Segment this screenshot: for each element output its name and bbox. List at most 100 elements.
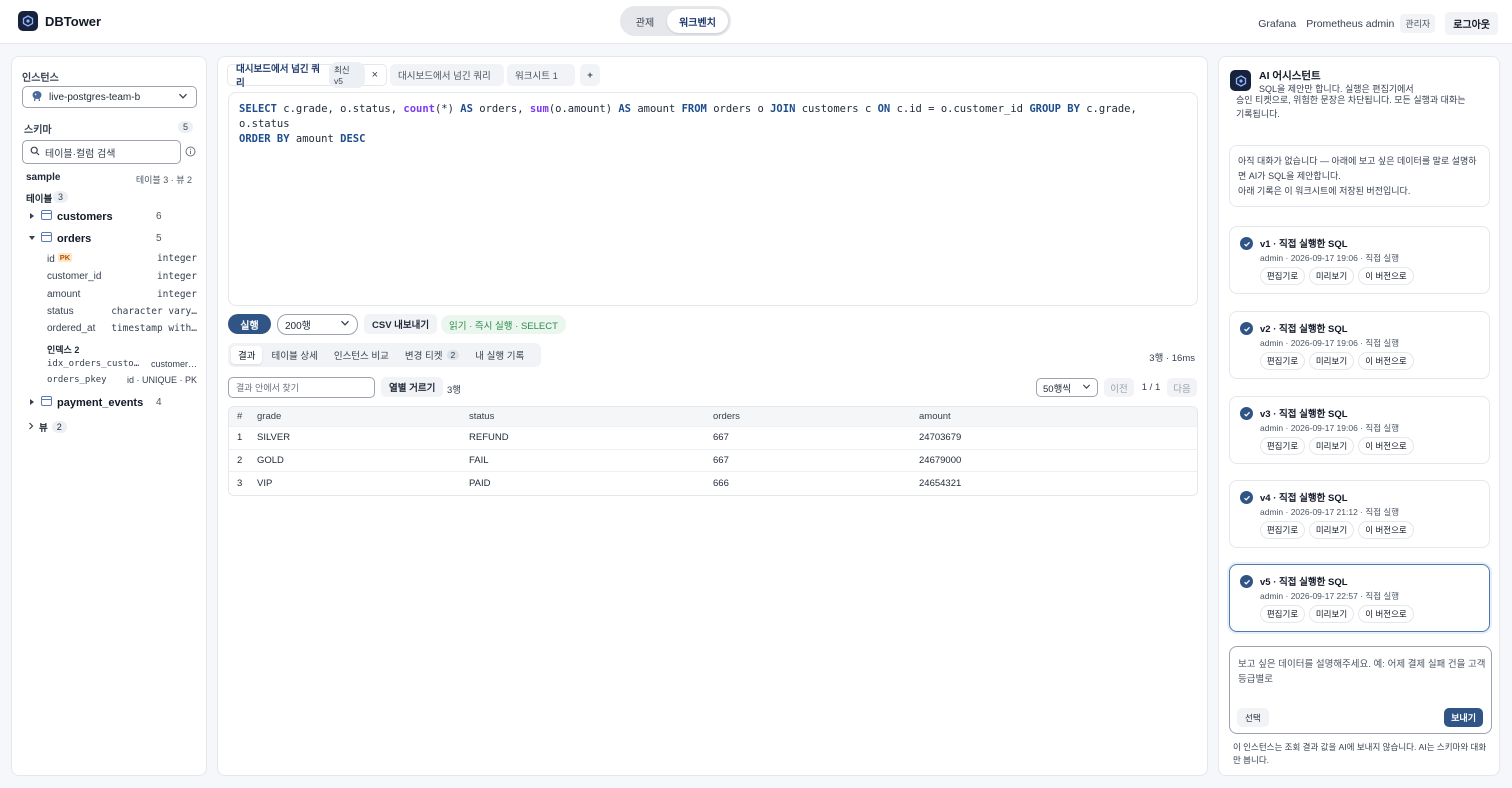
grafana-link[interactable]: Grafana [1258, 18, 1296, 30]
close-icon[interactable]: × [372, 69, 378, 81]
prometheus-admin-link[interactable]: Prometheus admin [1306, 18, 1394, 30]
next-page-button[interactable]: 다음 [1167, 378, 1197, 397]
version-card: v2 · 직접 실행한 SQL admin · 2026-09-17 19:06… [1229, 311, 1490, 379]
restore-version-button[interactable]: 이 버전으로 [1358, 352, 1414, 370]
tab-change-tickets[interactable]: 변경 티켓 2 [398, 346, 466, 364]
table-customers[interactable]: customers 6 [28, 210, 198, 223]
table-row[interactable]: 3 VIP PAID 666 24654321 [229, 472, 1197, 495]
nav-workbench[interactable]: 워크벤치 [667, 9, 728, 33]
tables-count: 3 [53, 191, 69, 203]
column-filter-button[interactable]: 열별 거르기 [381, 377, 444, 397]
restore-version-button[interactable]: 이 버전으로 [1358, 267, 1414, 285]
policy-note: 승인 티켓으로, 위험한 문장은 차단됩니다. 모든 실행과 대화는 기록됩니다… [1236, 95, 1466, 119]
brand[interactable]: DBTower [18, 11, 101, 31]
column-row[interactable]: id PK integer [47, 253, 197, 265]
to-editor-button[interactable]: 편집기로 [1260, 437, 1305, 455]
tab-dashboard-query-active[interactable]: 대시보드에서 넘긴 쿼리 최신 v5 × [227, 62, 387, 89]
run-button[interactable]: 실행 [228, 314, 271, 334]
page-size-select[interactable]: 50행씩 [1036, 378, 1098, 397]
ai-title: AI 어시스턴트 [1259, 70, 1321, 82]
table-row[interactable]: 1 SILVER REFUND 667 24703679 [229, 427, 1197, 450]
check-icon [1240, 407, 1253, 420]
to-editor-button[interactable]: 편집기로 [1260, 605, 1305, 623]
empty-conversation-note: 아직 대화가 없습니다 — 아래에 보고 싶은 데이터를 말로 설명하 면 AI… [1229, 145, 1490, 207]
ai-assistant-panel: 승인 티켓으로, 위험한 문장은 차단됩니다. 모든 실행과 대화는 기록됩니다… [1218, 56, 1500, 776]
prev-page-button[interactable]: 이전 [1104, 378, 1134, 397]
result-filter-input[interactable]: 결과 안에서 찾기 [228, 377, 375, 398]
chevron-down-icon [1082, 382, 1091, 394]
schema-name[interactable]: sample [26, 172, 60, 183]
tab-worksheet-1[interactable]: 워크시트 1 [507, 64, 575, 86]
version-card: v4 · 직접 실행한 SQL admin · 2026-09-17 21:12… [1229, 480, 1490, 548]
caret-right-icon [28, 397, 36, 409]
mode-switch: 관제 워크벤치 [620, 6, 731, 36]
check-icon [1240, 491, 1253, 504]
chevron-right-icon [27, 421, 35, 433]
info-icon[interactable] [185, 146, 196, 160]
page-indicator: 1 / 1 [1141, 382, 1161, 393]
chat-input[interactable]: 보고 싶은 데이터를 설명해주세요. 예: 어제 결제 실패 건을 고객 등급별… [1229, 646, 1492, 734]
instance-value: live-postgres-team-b [49, 91, 141, 103]
csv-export-button[interactable]: CSV 내보내기 [364, 314, 438, 334]
schema-sidebar: 인스턴스 live-postgres-team-b 스키마 5 테이블·컬럼 검… [11, 56, 207, 776]
read-mode-badge: 읽기 · 즉시 실행 · SELECT [441, 315, 566, 334]
table-header: # grade status orders amount [229, 407, 1197, 427]
tab-instance-compare[interactable]: 인스턴스 비교 [327, 346, 396, 364]
tab-dashboard-query[interactable]: 대시보드에서 넘긴 쿼리 [390, 64, 504, 86]
preview-button[interactable]: 미리보기 [1309, 605, 1354, 623]
index-row[interactable]: idx_orders_custo… customer… [47, 359, 197, 369]
column-row[interactable]: amount integer [47, 289, 197, 300]
index-row[interactable]: orders_pkey id · UNIQUE · PK [47, 375, 197, 385]
column-row[interactable]: status character vary… [47, 306, 197, 317]
check-icon [1240, 322, 1253, 335]
to-editor-button[interactable]: 편집기로 [1260, 352, 1305, 370]
check-icon [1240, 237, 1253, 250]
ai-logo-icon [1230, 70, 1251, 91]
add-tab-button[interactable]: + [580, 64, 600, 86]
instance-label: 인스턴스 [22, 73, 59, 84]
send-button[interactable]: 보내기 [1444, 708, 1483, 727]
preview-button[interactable]: 미리보기 [1309, 352, 1354, 370]
to-editor-button[interactable]: 편집기로 [1260, 521, 1305, 539]
ticket-count: 2 [446, 350, 460, 360]
views-group[interactable]: 뷰 2 [27, 420, 197, 434]
preview-button[interactable]: 미리보기 [1309, 437, 1354, 455]
restore-version-button[interactable]: 이 버전으로 [1358, 521, 1414, 539]
tab-my-history[interactable]: 내 실행 기록 [468, 346, 531, 364]
role-badge: 관리자 [1400, 14, 1436, 33]
restore-version-button[interactable]: 이 버전으로 [1358, 437, 1414, 455]
preview-button[interactable]: 미리보기 [1309, 267, 1354, 285]
restore-version-button[interactable]: 이 버전으로 [1358, 605, 1414, 623]
table-icon [41, 232, 52, 245]
result-tabs: 결과 테이블 상세 인스턴스 비교 변경 티켓 2 내 실행 기록 [228, 343, 541, 367]
table-orders[interactable]: orders 5 [28, 232, 198, 245]
column-row[interactable]: customer_id integer [47, 271, 197, 282]
chevron-down-icon [178, 91, 188, 104]
caret-right-icon [28, 211, 36, 223]
version-badge: 최신 v5 [328, 62, 365, 88]
privacy-footnote: 이 인스턴스는 조회 결과 값을 AI에 보내지 않습니다. AI는 스키마와 … [1233, 742, 1487, 765]
schema-meta: 테이블 3 · 뷰 2 [135, 175, 192, 185]
column-row[interactable]: ordered_at timestamp with… [47, 323, 197, 334]
views-count: 2 [51, 421, 67, 433]
row-limit-select[interactable]: 200행 [277, 314, 358, 335]
table-payment-events[interactable]: payment_events 4 [28, 396, 198, 409]
to-editor-button[interactable]: 편집기로 [1260, 267, 1305, 285]
logout-button[interactable]: 로그아웃 [1445, 12, 1498, 35]
tab-results[interactable]: 결과 [231, 346, 263, 364]
sql-editor[interactable]: SELECT c.grade, o.status, count(*) AS or… [228, 92, 1198, 306]
select-button[interactable]: 선택 [1237, 708, 1269, 727]
top-bar: DBTower 관제 워크벤치 Grafana Prometheus admin… [0, 0, 1512, 44]
version-card-current: v5 · 직접 실행한 SQL admin · 2026-09-17 22:57… [1229, 564, 1490, 632]
preview-button[interactable]: 미리보기 [1309, 521, 1354, 539]
caret-down-icon [28, 233, 36, 245]
ai-subtitle: SQL을 제안만 합니다. 실행은 편집기에서 [1259, 84, 1414, 94]
table-row[interactable]: 2 GOLD FAIL 667 24679000 [229, 450, 1197, 472]
results-table: # grade status orders amount 1 SILVER REFU… [228, 406, 1198, 496]
tab-table-detail[interactable]: 테이블 상세 [264, 346, 324, 364]
schema-search-input[interactable]: 테이블·컬럼 검색 [22, 140, 181, 164]
instance-select[interactable]: live-postgres-team-b [22, 86, 197, 108]
ai-header: AI 어시스턴트 SQL을 제안만 합니다. 실행은 편집기에서 [1219, 57, 1499, 94]
chevron-down-icon [340, 318, 350, 331]
nav-monitoring[interactable]: 관제 [623, 9, 667, 33]
